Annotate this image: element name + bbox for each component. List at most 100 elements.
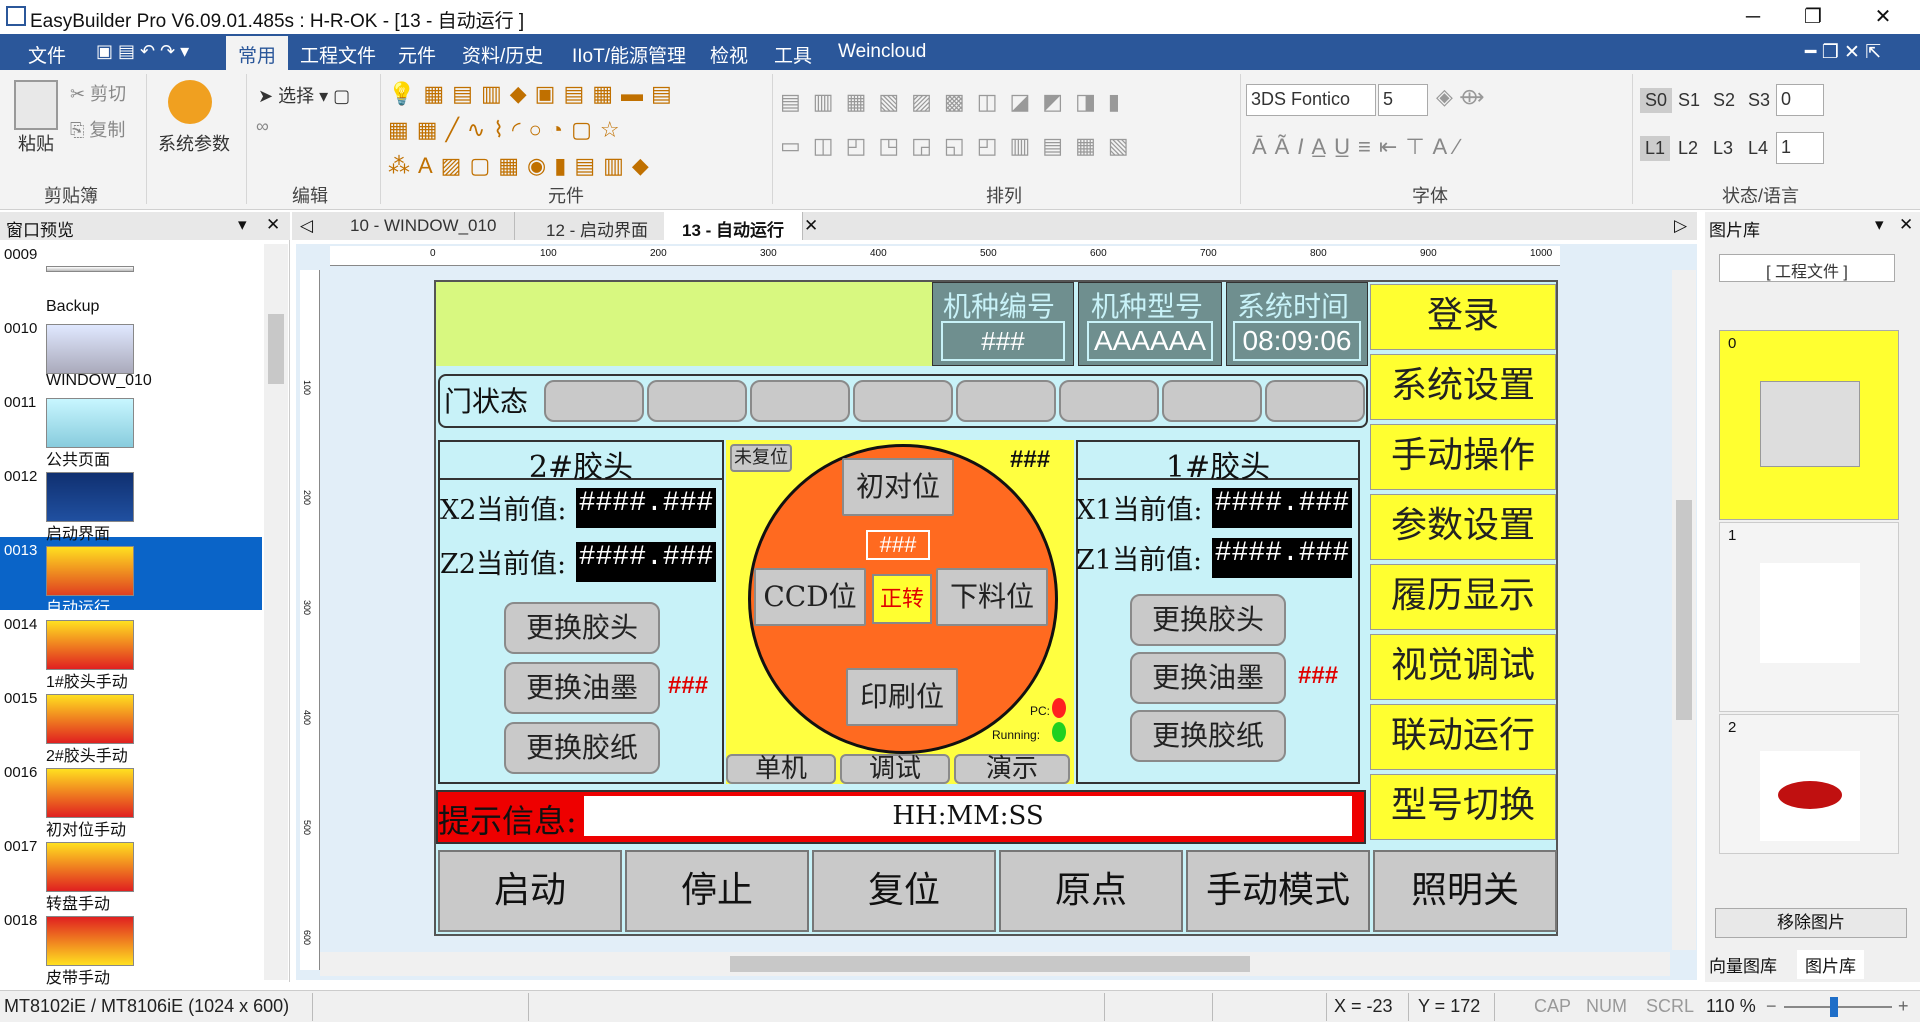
window-list-item[interactable]: 0017 转盘手动 <box>0 838 262 913</box>
minimize-icon[interactable]: ─ <box>1725 0 1781 34</box>
bottom-control-button[interactable]: 复位 <box>812 850 996 932</box>
close-tab-icon[interactable]: ✕ <box>804 216 818 236</box>
window-list-item[interactable]: 0016 初对位手动 <box>0 764 262 839</box>
print-position-button[interactable]: 印刷位 <box>846 668 958 726</box>
canvas-hscroll[interactable] <box>320 952 1670 976</box>
font-size-combo[interactable]: 5 <box>1378 84 1428 116</box>
menu-home[interactable]: 常用 <box>226 36 289 70</box>
menu-iiot[interactable]: IIoT/能源管理 <box>572 41 686 68</box>
lang-l1[interactable]: L1 <box>1640 136 1671 161</box>
menu-data[interactable]: 资料/历史 <box>462 41 543 68</box>
font-format-tools[interactable]: ĀÃIA̲U̲≡⇤⊤A∕ <box>1252 134 1467 160</box>
head1-change-head-button[interactable]: 更换胶头 <box>1130 594 1286 646</box>
tab-scroll-left-icon[interactable]: ◁ <box>300 216 313 236</box>
side-menu-button[interactable]: 手动操作 <box>1370 424 1556 490</box>
canvas-hscroll-thumb[interactable] <box>730 956 1250 972</box>
state-s2[interactable]: S2 <box>1713 90 1735 111</box>
bottom-control-button[interactable]: 停止 <box>625 850 809 932</box>
head2-change-ink-button[interactable]: 更换油墨 <box>504 662 660 714</box>
bottom-control-button[interactable]: 手动模式 <box>1186 850 1370 932</box>
system-params-button[interactable]: 系统参数 <box>158 130 230 156</box>
paste-button[interactable]: 粘贴 <box>18 130 54 156</box>
select-button[interactable]: ➤ 选择 ▾ ▢ <box>258 82 350 108</box>
initial-align-button[interactable]: 初对位 <box>842 458 954 516</box>
bottom-control-button[interactable]: 原点 <box>999 850 1183 932</box>
unload-position-button[interactable]: 下料位 <box>936 568 1048 626</box>
state-s3[interactable]: S3 <box>1748 90 1770 111</box>
mode-debug-button[interactable]: 调试 <box>840 754 950 784</box>
font-color-icon[interactable]: ◈ ⟴ <box>1436 84 1485 110</box>
window-list-item[interactable]: 0009 Backup <box>0 246 262 318</box>
picture-library-tab[interactable]: 图片库 <box>1797 950 1864 979</box>
zoom-slider-thumb[interactable] <box>1830 997 1838 1017</box>
lang-l2[interactable]: L2 <box>1678 138 1698 159</box>
tab-scroll-right-icon[interactable]: ▷ <box>1674 216 1687 236</box>
tab-startup[interactable]: 12 - 启动界面 <box>528 212 668 240</box>
window-list-item[interactable]: 0018 皮带手动 <box>0 912 262 987</box>
head2-change-head-button[interactable]: 更换胶头 <box>504 602 660 654</box>
picture-item-0[interactable]: 0 <box>1719 330 1899 520</box>
window-list-item[interactable]: 0011 公共页面 <box>0 394 262 469</box>
mdi-controls-icon[interactable]: ━ ❐ ✕ ⇱ <box>1805 41 1881 64</box>
zoom-in-icon[interactable]: + <box>1898 996 1909 1017</box>
menu-tools[interactable]: 工具 <box>774 41 812 68</box>
vector-library-tab[interactable]: 向量图库 <box>1709 952 1777 977</box>
tab-window-010[interactable]: 10 - WINDOW_010 <box>332 212 516 240</box>
head1-change-tape-button[interactable]: 更换胶纸 <box>1130 710 1286 762</box>
bottom-control-button[interactable]: 启动 <box>438 850 622 932</box>
picture-close-icon[interactable]: ✕ <box>1899 215 1913 235</box>
side-menu-button[interactable]: 联动运行 <box>1370 704 1556 770</box>
element-gallery[interactable]: 💡▦▤▥◆▣▤▦▬▤ ▦▦╱∿⌇◜○◔▢☆ ⁂A▨▢▦◉▮▤▥◆ <box>388 76 768 184</box>
bottom-control-button[interactable]: 照明关 <box>1373 850 1557 932</box>
menu-file[interactable]: 文件 <box>28 41 66 68</box>
side-menu-button[interactable]: 视觉调试 <box>1370 634 1556 700</box>
arrange-tools[interactable]: ▤▥▦▧▨▩◫◪◩◨▮ ▭◫◰◳◲◱◰▥▤▦▧ <box>780 80 1230 180</box>
mode-standalone-button[interactable]: 单机 <box>726 754 836 784</box>
zoom-slider-track[interactable] <box>1784 1006 1892 1008</box>
canvas-vscroll[interactable] <box>1672 270 1696 950</box>
head2-change-tape-button[interactable]: 更换胶纸 <box>504 722 660 774</box>
close-panel-icon[interactable]: ✕ <box>266 215 280 235</box>
picture-source-combo[interactable]: [ 工程文件 ] <box>1719 254 1895 282</box>
head1-change-ink-button[interactable]: 更换油墨 <box>1130 652 1286 704</box>
side-menu-button[interactable]: 履历显示 <box>1370 564 1556 630</box>
link-icon[interactable]: ∞ <box>256 116 269 137</box>
remove-picture-button[interactable]: 移除图片 <box>1715 908 1907 938</box>
menu-weincloud[interactable]: Weincloud <box>838 41 926 63</box>
save-icon[interactable]: ▣ ▤ ↶ ↷ ▾ <box>96 41 189 62</box>
side-menu-button[interactable]: 参数设置 <box>1370 494 1556 560</box>
window-list-item[interactable]: 0014 1#胶头手动 <box>0 616 262 691</box>
zoom-out-icon[interactable]: − <box>1766 996 1777 1017</box>
picture-item-2[interactable]: 2 <box>1719 714 1899 854</box>
mode-demo-button[interactable]: 演示 <box>954 754 1070 784</box>
state-spinner[interactable]: 0 <box>1776 84 1824 116</box>
close-icon[interactable]: ✕ <box>1855 0 1911 34</box>
window-list-item[interactable]: 0010 WINDOW_010 <box>0 320 262 392</box>
ccd-position-button[interactable]: CCD位 <box>754 568 866 626</box>
window-list-item[interactable]: 0013 自动运行 <box>0 542 262 617</box>
restore-icon[interactable]: ❐ <box>1785 0 1841 34</box>
lang-l3[interactable]: L3 <box>1713 138 1733 159</box>
system-params-icon[interactable] <box>168 80 212 124</box>
clipboard-icon[interactable] <box>14 80 58 130</box>
menu-view[interactable]: 检视 <box>710 41 748 68</box>
tab-auto-run[interactable]: 13 - 自动运行 <box>664 212 804 240</box>
window-list-item[interactable]: 0015 2#胶头手动 <box>0 690 262 765</box>
state-s1[interactable]: S1 <box>1678 90 1700 111</box>
font-name-combo[interactable]: 3DS Fontico <box>1246 84 1376 116</box>
menu-project[interactable]: 工程文件 <box>300 41 376 68</box>
window-list-item[interactable]: 0012 启动界面 <box>0 468 262 543</box>
menu-element[interactable]: 元件 <box>398 41 436 68</box>
dropdown-icon[interactable]: ▾ <box>238 215 247 235</box>
canvas-vscroll-thumb[interactable] <box>1676 500 1692 720</box>
state-s0[interactable]: S0 <box>1640 88 1673 113</box>
forward-button[interactable]: 正转 <box>872 574 932 624</box>
copy-button[interactable]: ⎘ 复制 <box>70 116 125 142</box>
picture-dropdown-icon[interactable]: ▾ <box>1875 215 1884 235</box>
left-scroll-thumb[interactable] <box>268 314 284 384</box>
picture-item-1[interactable]: 1 <box>1719 522 1899 712</box>
lang-l4[interactable]: L4 <box>1748 138 1768 159</box>
side-menu-button[interactable]: 型号切换 <box>1370 774 1556 840</box>
lang-spinner[interactable]: 1 <box>1776 132 1824 164</box>
cut-button[interactable]: ✂ 剪切 <box>70 80 126 106</box>
